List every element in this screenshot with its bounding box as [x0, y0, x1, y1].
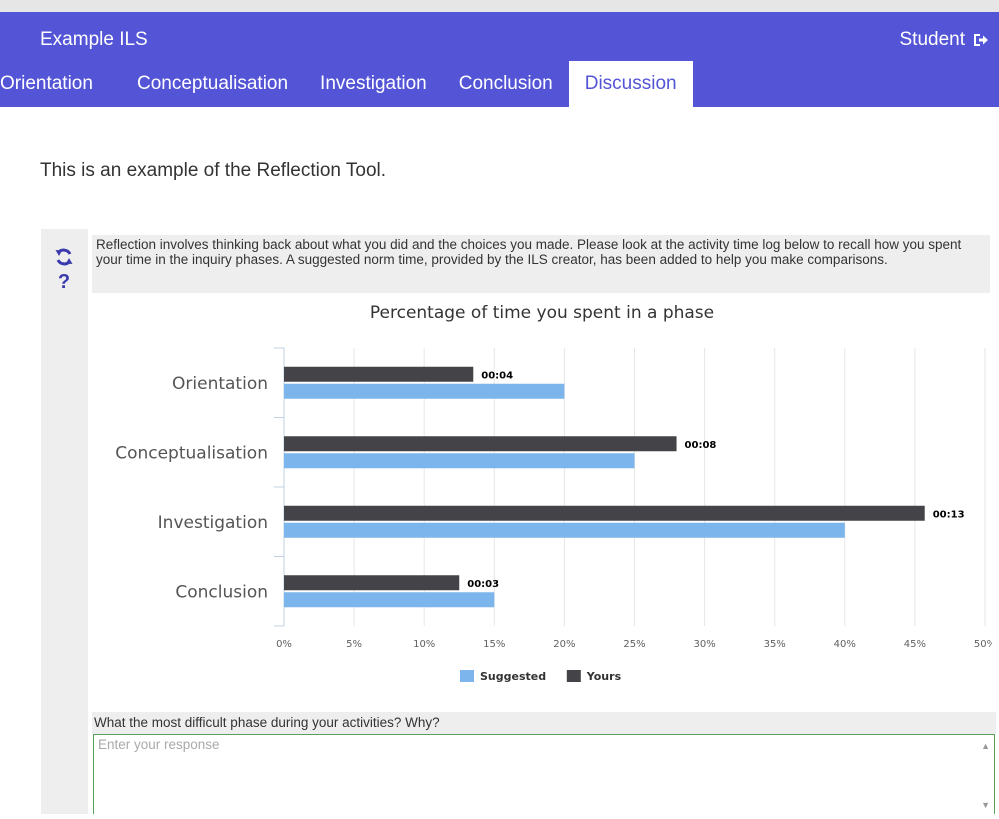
scroll-down-icon[interactable]: ▼ — [981, 800, 990, 810]
help-icon[interactable]: ? — [51, 269, 77, 295]
legend-label: Yours — [586, 670, 622, 683]
tab-discussion[interactable]: Discussion — [568, 61, 693, 107]
reflection-description: Reflection involves thinking back about … — [92, 235, 990, 293]
tab-conceptualisation[interactable]: Conceptualisation — [121, 61, 304, 107]
x-tick-label: 10% — [413, 639, 435, 650]
app-header: Example ILS Student Orientation Conceptu… — [0, 12, 999, 107]
app-title: Example ILS — [40, 29, 148, 50]
data-label: 00:08 — [685, 440, 717, 451]
user-menu[interactable]: Student — [900, 29, 990, 51]
phase-tabs: Orientation Conceptualisation Investigat… — [0, 61, 693, 107]
legend-label: Suggested — [480, 670, 546, 683]
x-tick-label: 50% — [974, 639, 992, 650]
x-tick-label: 20% — [553, 639, 575, 650]
x-tick-label: 45% — [904, 639, 926, 650]
data-label: 00:13 — [933, 509, 965, 520]
response-input[interactable] — [94, 735, 994, 814]
bar-suggested — [284, 522, 845, 538]
x-tick-label: 30% — [693, 639, 715, 650]
bar-suggested — [284, 453, 635, 469]
x-tick-label: 5% — [346, 639, 362, 650]
category-label: Conclusion — [175, 582, 268, 602]
tool-sidebar: ? — [41, 229, 88, 814]
x-tick-label: 40% — [834, 639, 856, 650]
bar-yours — [284, 505, 925, 521]
scroll-up-icon[interactable]: ▲ — [981, 741, 990, 751]
category-label: Conceptualisation — [115, 443, 268, 463]
response-box: ▲ ▼ — [93, 734, 995, 814]
legend-swatch — [460, 670, 474, 682]
x-tick-label: 25% — [623, 639, 645, 650]
tab-investigation[interactable]: Investigation — [304, 61, 443, 107]
top-strip — [0, 0, 999, 12]
bar-suggested — [284, 592, 495, 608]
bar-suggested — [284, 383, 565, 399]
chart-title: Percentage of time you spent in a phase — [370, 303, 714, 323]
data-label: 00:04 — [481, 370, 513, 381]
bar-yours — [284, 436, 677, 452]
question-label: What the most difficult phase during you… — [92, 712, 996, 734]
refresh-icon[interactable] — [51, 244, 77, 270]
tab-orientation[interactable]: Orientation — [0, 61, 121, 107]
bar-yours — [284, 366, 474, 382]
user-label: Student — [899, 29, 966, 50]
category-label: Investigation — [158, 513, 268, 533]
data-label: 00:03 — [467, 579, 499, 590]
x-tick-label: 0% — [276, 639, 292, 650]
tab-conclusion[interactable]: Conclusion — [443, 61, 569, 107]
sign-out-icon[interactable] — [973, 33, 989, 47]
legend-swatch — [566, 670, 581, 682]
category-label: Orientation — [172, 374, 268, 394]
x-tick-label: 35% — [764, 639, 786, 650]
intro-text: This is an example of the Reflection Too… — [40, 160, 387, 181]
chart-svg: Percentage of time you spent in a phase 0… — [115, 303, 996, 683]
x-tick-label: 15% — [483, 639, 505, 650]
time-chart: Percentage of time you spent in a phase 0… — [92, 300, 996, 698]
bar-yours — [284, 575, 460, 591]
